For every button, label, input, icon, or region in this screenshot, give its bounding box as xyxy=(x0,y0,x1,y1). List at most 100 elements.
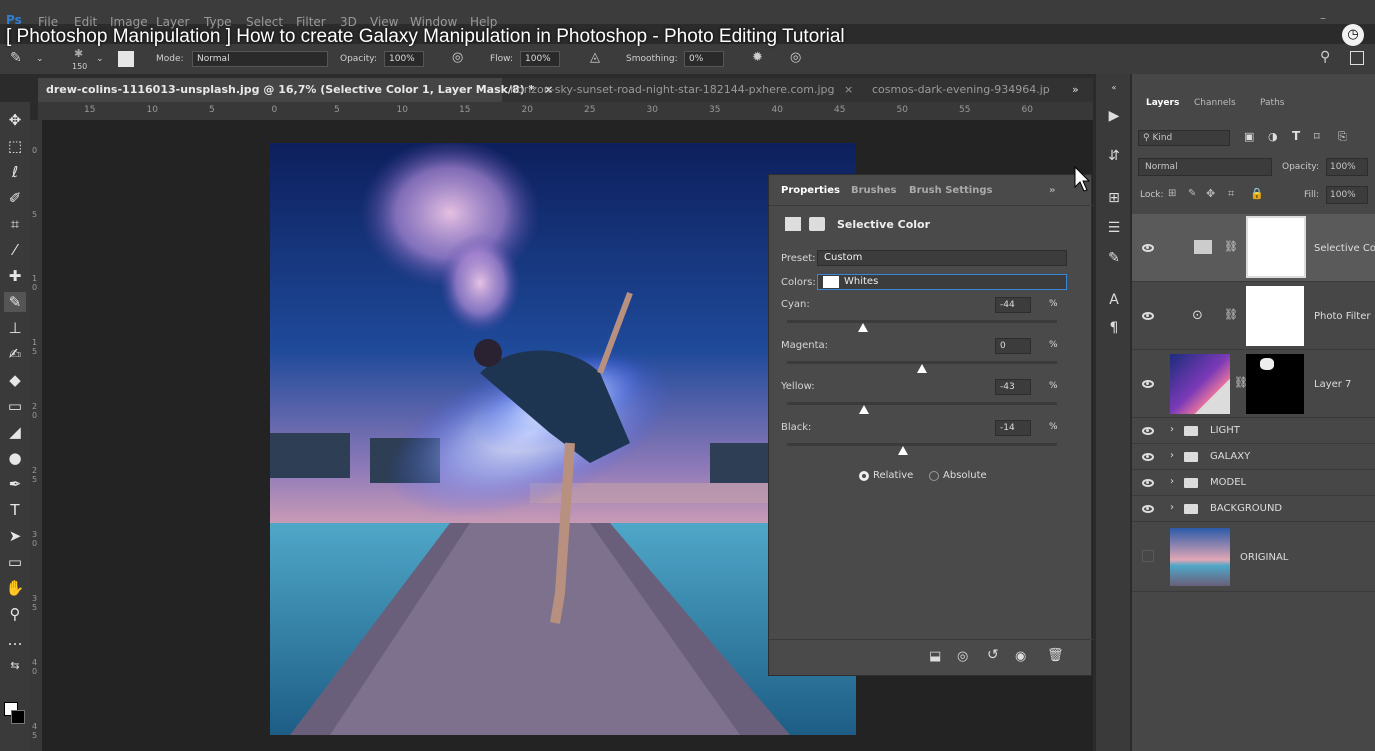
type-tool-icon[interactable]: T xyxy=(4,500,26,520)
visibility-eye-icon[interactable] xyxy=(1142,453,1154,461)
layer-row[interactable]: ORIGINAL xyxy=(1132,522,1375,592)
clock-icon[interactable]: ◷ xyxy=(1342,24,1364,46)
path-select-tool-icon[interactable]: ➤ xyxy=(4,526,26,546)
tab-layers[interactable]: Layers xyxy=(1146,98,1179,108)
mask-icon[interactable] xyxy=(809,217,825,231)
layer-row[interactable]: ⛓ Selective Co xyxy=(1132,214,1375,282)
slider-thumb[interactable] xyxy=(858,405,869,414)
layer-group-row[interactable]: › LIGHT xyxy=(1132,418,1375,444)
relative-radio[interactable] xyxy=(859,471,869,481)
brush-settings-icon[interactable]: ✎ xyxy=(1103,248,1125,268)
ps-logo-icon[interactable]: Ps xyxy=(6,14,22,26)
blend-mode-select[interactable]: Normal xyxy=(1138,158,1272,176)
close-icon[interactable]: × xyxy=(844,83,853,96)
trash-icon[interactable]: 🗑 xyxy=(1047,648,1064,663)
chevron-right-icon[interactable]: › xyxy=(1170,424,1174,435)
gradient-tool-icon[interactable]: ▭ xyxy=(4,396,26,416)
mode-select[interactable]: Normal xyxy=(192,51,328,67)
brush-tool-icon[interactable]: ✎ xyxy=(10,50,22,66)
chevron-down-icon[interactable]: ⌄ xyxy=(96,54,104,64)
visibility-toggle-off[interactable] xyxy=(1142,550,1154,562)
hand-tool-icon[interactable]: ✋ xyxy=(4,578,26,598)
slider-track[interactable] xyxy=(787,320,1057,323)
tab-brushes[interactable]: Brushes xyxy=(851,185,896,196)
character-icon[interactable]: A xyxy=(1103,290,1125,310)
layer-mask-thumbnail[interactable] xyxy=(1246,286,1304,346)
eyedropper-tool-icon[interactable]: ⁄ xyxy=(4,240,26,260)
slider-track[interactable] xyxy=(787,443,1057,446)
visibility-icon[interactable]: ◉ xyxy=(1015,649,1026,664)
dodge-tool-icon[interactable]: ● xyxy=(4,448,26,468)
clip-to-layer-icon[interactable]: ⬓ xyxy=(929,649,941,664)
visibility-eye-icon[interactable] xyxy=(1142,427,1154,435)
brush-tool-icon[interactable]: ✎ xyxy=(4,292,26,312)
sliders-icon[interactable]: ☰ xyxy=(1103,218,1125,238)
pressure-size-icon[interactable]: ◎ xyxy=(790,50,801,65)
visibility-eye-icon[interactable] xyxy=(1142,505,1154,513)
slider-value-field[interactable]: -14 xyxy=(995,420,1031,436)
quick-select-tool-icon[interactable]: ✐ xyxy=(4,188,26,208)
gear-icon[interactable]: ✹ xyxy=(752,50,763,65)
filter-type-icon[interactable]: T xyxy=(1292,129,1300,143)
lock-transparent-icon[interactable]: ⊞ xyxy=(1168,188,1176,199)
view-previous-icon[interactable]: ◎ xyxy=(957,649,968,664)
tab-brush-settings[interactable]: Brush Settings xyxy=(909,185,992,196)
pen-tool-icon[interactable]: ✒ xyxy=(4,474,26,494)
airbrush-icon[interactable]: ◬ xyxy=(590,50,600,65)
marquee-tool-icon[interactable]: ⬚ xyxy=(4,136,26,156)
slider-value-field[interactable]: -44 xyxy=(995,297,1031,313)
collapse-icon[interactable]: « xyxy=(1103,78,1125,98)
minimize-icon[interactable]: – xyxy=(1320,12,1326,24)
layer-opacity-field[interactable]: 100% xyxy=(1326,158,1368,176)
colors-select[interactable]: Whites xyxy=(817,274,1067,290)
reset-icon[interactable]: ↺ xyxy=(987,647,999,663)
pressure-opacity-icon[interactable]: ◎ xyxy=(452,50,463,65)
layer-mask-thumbnail[interactable] xyxy=(1246,354,1304,414)
chevron-right-icon[interactable]: › xyxy=(1170,450,1174,461)
history-icon[interactable]: ⇵ xyxy=(1103,146,1125,166)
slider-thumb[interactable] xyxy=(917,364,927,373)
adjustment-icon[interactable] xyxy=(785,217,801,231)
tab-document-active[interactable]: drew-colins-1116013-unsplash.jpg @ 16,7%… xyxy=(38,78,553,102)
zoom-tool-icon[interactable]: ⚲ xyxy=(4,604,26,624)
lock-all-icon[interactable]: 🔒 xyxy=(1250,187,1264,200)
opacity-field[interactable]: 100% xyxy=(384,51,424,67)
brush-preview-icon[interactable]: ✱ xyxy=(74,47,83,60)
visibility-eye-icon[interactable] xyxy=(1142,380,1154,388)
adjustments-icon[interactable]: ⊞ xyxy=(1103,188,1125,208)
paragraph-icon[interactable]: ¶ xyxy=(1103,318,1125,338)
filter-adjustment-icon[interactable]: ◑ xyxy=(1268,130,1278,143)
layer-group-row[interactable]: › MODEL xyxy=(1132,470,1375,496)
kind-filter[interactable]: ⚲ Kind xyxy=(1138,130,1230,146)
tab-properties[interactable]: Properties xyxy=(781,185,840,196)
tab-document[interactable]: cosmos-dark-evening-934964.jp xyxy=(864,78,1060,102)
filter-pixel-icon[interactable]: ▣ xyxy=(1244,130,1254,143)
layer-row[interactable]: ⛓ Layer 7 xyxy=(1132,350,1375,418)
clone-stamp-tool-icon[interactable]: ⊥ xyxy=(4,318,26,338)
layer-mask-thumbnail[interactable] xyxy=(1246,216,1306,278)
visibility-eye-icon[interactable] xyxy=(1142,312,1154,320)
layer-thumbnail[interactable] xyxy=(1170,354,1230,414)
eraser-tool-icon[interactable]: ◆ xyxy=(4,370,26,390)
layer-group-row[interactable]: › GALAXY xyxy=(1132,444,1375,470)
absolute-radio[interactable] xyxy=(929,471,939,481)
search-icon[interactable]: ⚲ xyxy=(1320,49,1330,65)
tab-document[interactable]: horizon-sky-sunset-road-night-star-18214… xyxy=(502,78,863,102)
slider-value-field[interactable]: -43 xyxy=(995,379,1031,395)
tabs-overflow-icon[interactable]: » xyxy=(1064,78,1092,102)
background-color-swatch[interactable] xyxy=(11,710,25,724)
visibility-eye-icon[interactable] xyxy=(1142,479,1154,487)
workspace-icon[interactable] xyxy=(1350,51,1364,65)
play-icon[interactable]: ▶ xyxy=(1103,106,1125,126)
link-icon[interactable]: ⛓ xyxy=(1224,308,1238,321)
slider-thumb[interactable] xyxy=(857,323,868,332)
chevron-right-icon[interactable]: › xyxy=(1170,502,1174,513)
tab-paths[interactable]: Paths xyxy=(1260,98,1284,108)
layer-group-row[interactable]: › BACKGROUND xyxy=(1132,496,1375,522)
blur-tool-icon[interactable]: ◢ xyxy=(4,422,26,442)
brush-panel-icon[interactable] xyxy=(118,51,134,67)
filter-shape-icon[interactable]: ⌑ xyxy=(1314,130,1320,143)
lock-position-icon[interactable]: ✥ xyxy=(1206,187,1215,200)
slider-value-field[interactable]: 0 xyxy=(995,338,1031,354)
lock-paint-icon[interactable]: ✎ xyxy=(1188,188,1196,199)
